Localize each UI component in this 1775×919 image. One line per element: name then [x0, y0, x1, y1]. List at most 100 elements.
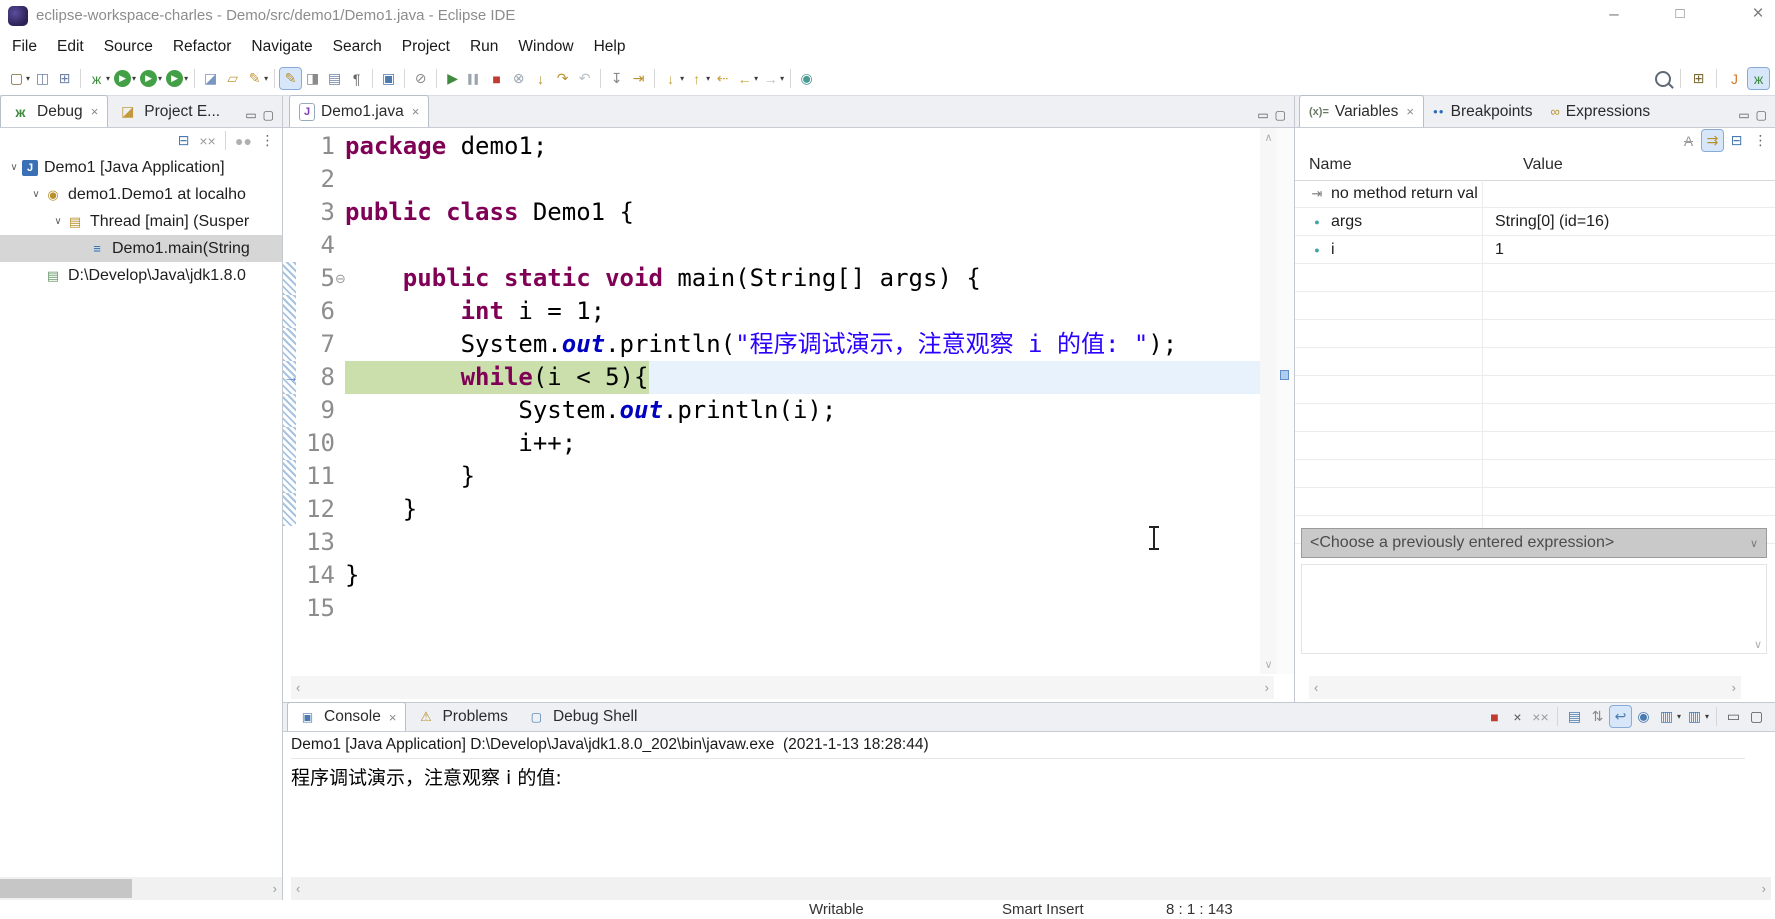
profile-dropdown-icon[interactable]: ▾ [184, 74, 188, 83]
scrollbar-thumb[interactable] [0, 879, 132, 898]
new-wizard-icon[interactable]: ▢ [6, 68, 27, 89]
remove-all-launches-icon[interactable]: ×× [1530, 706, 1551, 727]
link-with-editor-icon[interactable]: ⊘ [410, 68, 431, 89]
open-console-icon[interactable]: ▣ [378, 68, 399, 89]
scroll-up-arrow[interactable]: ∧ [1264, 131, 1272, 144]
debug-perspective-icon[interactable]: ж [1747, 67, 1770, 90]
variables-hscrollbar[interactable]: ‹ › [1309, 676, 1741, 699]
scroll-right-arrow[interactable]: › [1265, 680, 1269, 695]
line-number[interactable]: 12 [296, 493, 335, 526]
open-folder-icon[interactable]: ▱ [222, 68, 243, 89]
save-all-icon[interactable]: ⊞ [54, 68, 75, 89]
menu-item-project[interactable]: Project [392, 38, 460, 56]
line-number[interactable]: 8 [296, 361, 335, 394]
tree-item[interactable]: ∨ J Demo1 [Java Application] [0, 154, 282, 181]
menu-item-refactor[interactable]: Refactor [163, 38, 242, 56]
window-close-button[interactable]: × [1741, 3, 1775, 25]
minimize-icon[interactable]: ▭ [1723, 706, 1744, 727]
close-icon[interactable]: × [389, 710, 397, 725]
code-line[interactable]: 6 int i = 1; [283, 295, 1260, 328]
tab-breakpoints[interactable]: ●● Breakpoints [1424, 96, 1542, 127]
expander-icon[interactable]: ∨ [50, 216, 66, 227]
tree-item[interactable]: ∨ ◉ demo1.Demo1 at localho [0, 181, 282, 208]
tab-console[interactable]: ▣ Console × [287, 702, 407, 731]
show-logical-structures-icon[interactable]: ⇉ [1701, 129, 1724, 152]
variables-table-empty-row[interactable] [1295, 348, 1775, 376]
scroll-right-arrow[interactable]: › [1732, 680, 1736, 695]
menu-item-edit[interactable]: Edit [47, 38, 94, 56]
step-over-icon[interactable]: ↷ [552, 68, 573, 89]
tree-item[interactable]: ≡ Demo1.main(String [0, 235, 282, 262]
code-line[interactable]: 14} [283, 559, 1260, 592]
pin-editor-icon[interactable]: ◉ [796, 68, 817, 89]
console-hscrollbar[interactable]: ‹ › [291, 877, 1771, 900]
code-line[interactable]: 10 i++; [283, 427, 1260, 460]
line-number[interactable]: 2 [296, 163, 335, 196]
show-whitespace-icon[interactable]: ¶ [346, 68, 367, 89]
variables-table-empty-row[interactable] [1295, 460, 1775, 488]
window-maximize-button[interactable]: □ [1663, 5, 1697, 22]
menu-item-help[interactable]: Help [584, 38, 636, 56]
view-menu-icon[interactable]: ⋮ [257, 130, 278, 151]
minimize-icon[interactable]: ▭ [1738, 109, 1749, 121]
expression-combo[interactable]: <Choose a previously entered expression>… [1301, 528, 1767, 558]
collapse-all-icon[interactable]: ⊟ [1726, 130, 1747, 151]
feather-dropdown-icon[interactable]: ▾ [264, 74, 268, 83]
debug-view-misc-icon[interactable]: ●● [233, 130, 254, 151]
minimize-icon[interactable]: ▭ [1257, 109, 1268, 121]
line-number[interactable]: 7 [296, 328, 335, 361]
scroll-right-arrow[interactable]: › [273, 881, 277, 896]
scroll-left-arrow[interactable]: ‹ [296, 680, 300, 695]
menu-item-source[interactable]: Source [94, 38, 163, 56]
menu-item-search[interactable]: Search [323, 38, 392, 56]
close-icon[interactable]: × [91, 104, 99, 119]
window-minimize-button[interactable]: – [1597, 4, 1631, 24]
new-wizard-dropdown-icon[interactable]: ▾ [26, 74, 30, 83]
code-line[interactable]: 11 } [283, 460, 1260, 493]
variables-detail-pane[interactable]: ∨ [1301, 564, 1767, 654]
maximize-icon[interactable]: ▢ [1275, 109, 1286, 121]
next-annotation-dropdown-icon[interactable]: ▾ [680, 74, 684, 83]
last-edit-location-icon[interactable]: ⇠ [712, 68, 733, 89]
tab-debug[interactable]: ж Debug × [0, 95, 109, 127]
view-menu-icon[interactable]: ⋮ [1750, 130, 1771, 151]
code-line[interactable]: 2 [283, 163, 1260, 196]
line-number[interactable]: 13 [296, 526, 335, 559]
expander-icon[interactable]: ∨ [6, 162, 22, 173]
variables-table-empty-row[interactable] [1295, 292, 1775, 320]
back-icon[interactable]: ← [734, 68, 755, 89]
menu-item-window[interactable]: Window [508, 38, 583, 56]
close-icon[interactable]: × [412, 104, 420, 119]
console-output[interactable]: 程序调试演示，注意观察 i 的值: [291, 763, 568, 790]
line-number[interactable]: 3 [296, 196, 335, 229]
tab-debug-shell[interactable]: ▢ Debug Shell [517, 703, 646, 731]
line-number[interactable]: 14 [296, 559, 335, 592]
scroll-left-arrow[interactable]: ‹ [296, 881, 300, 896]
open-perspective-icon[interactable]: ⊞ [1688, 68, 1709, 89]
variables-table-row[interactable]: ⇥ no method return val [1295, 180, 1775, 208]
word-wrap-icon[interactable]: ↩ [1608, 705, 1632, 728]
editor-vscrollbar[interactable]: ∧ ∨ [1260, 128, 1277, 674]
minimize-icon[interactable]: ▭ [245, 109, 256, 121]
format-icon[interactable]: ▤ [324, 68, 345, 89]
maximize-icon[interactable]: ▢ [1746, 706, 1767, 727]
code-line[interactable]: 13 [283, 526, 1260, 559]
scroll-lock-icon[interactable]: ⇅ [1587, 706, 1608, 727]
variables-table-empty-row[interactable] [1295, 320, 1775, 348]
forward-dropdown-icon[interactable]: ▾ [780, 74, 784, 83]
tab-problems[interactable]: ⚠ Problems [406, 703, 516, 731]
editor-hscrollbar[interactable]: ‹ › [291, 676, 1274, 699]
terminate-icon[interactable]: ■ [1484, 706, 1505, 727]
coverage-icon[interactable]: ▶ [140, 70, 158, 87]
display-selected-console-icon[interactable]: ▥ [1656, 706, 1677, 727]
scroll-left-arrow[interactable]: ‹ [1314, 680, 1318, 695]
line-number[interactable]: 9 [296, 394, 335, 427]
code-line[interactable]: 4 [283, 229, 1260, 262]
java-perspective-icon[interactable]: J [1724, 68, 1745, 89]
variables-table-empty-row[interactable] [1295, 376, 1775, 404]
variables-table-empty-row[interactable] [1295, 404, 1775, 432]
expander-icon[interactable]: ∨ [28, 189, 44, 200]
menu-item-navigate[interactable]: Navigate [241, 38, 322, 56]
step-into-icon[interactable]: ↓ [530, 68, 551, 89]
forward-icon[interactable]: → [760, 68, 781, 89]
